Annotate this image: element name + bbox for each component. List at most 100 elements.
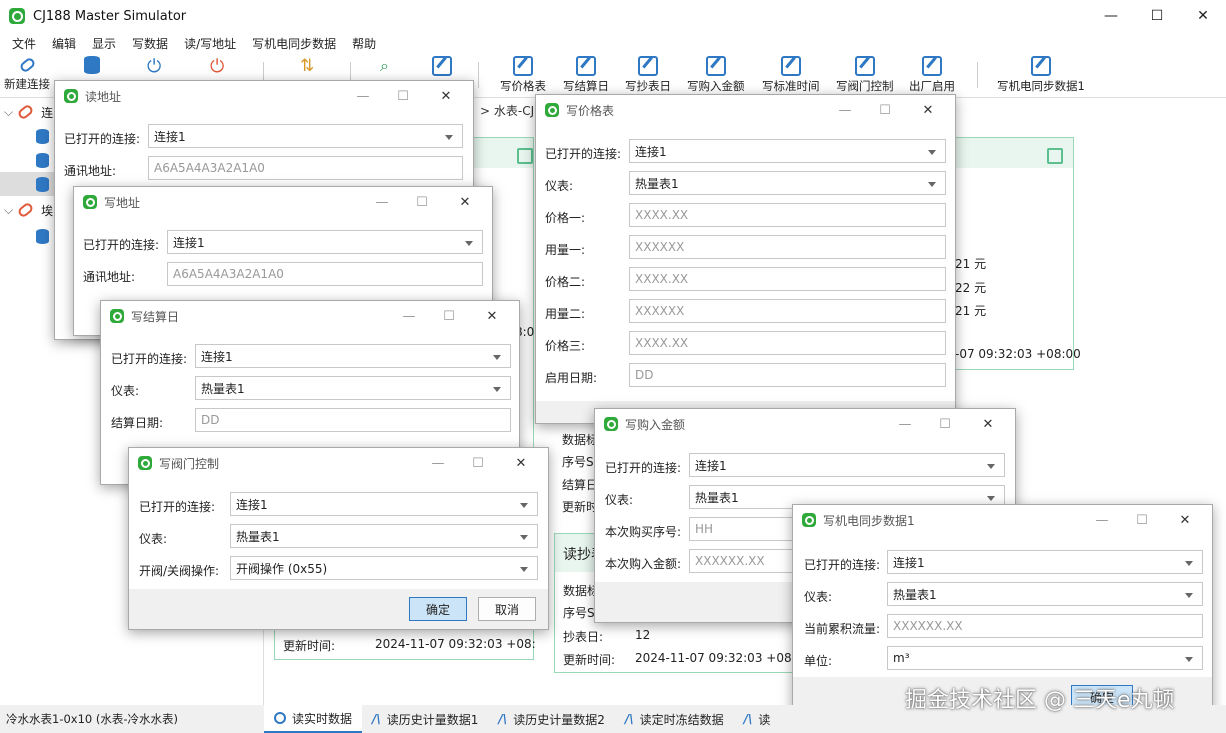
tab-read-more[interactable]: /\ 读 <box>734 705 781 733</box>
write-standard-time-button[interactable]: 写标准时间 <box>762 56 820 94</box>
maximize-button[interactable]: ☐ <box>1127 505 1157 535</box>
write-valve-control-dialog: 写阀门控制 — ☐ ✕ 已打开的连接: 连接1 仪表: 热量表1 开阀/关阀操作… <box>128 447 549 630</box>
menu-file[interactable]: 文件 <box>4 35 44 52</box>
dialog-footer: 确定 取消 <box>129 589 548 629</box>
window-title: CJ188 Master Simulator <box>33 8 187 24</box>
minimize-button[interactable]: — <box>890 409 920 439</box>
menu-write-data[interactable]: 写数据 <box>124 35 176 52</box>
close-button[interactable]: ✕ <box>477 301 507 331</box>
write-settle-day-button[interactable]: 写结算日 <box>563 56 609 94</box>
menu-bar: 文件 编辑 显示 写数据 读/写地址 写机电同步数据 帮助 <box>0 32 1226 54</box>
line-chart-icon: /\ <box>743 712 753 726</box>
minimize-button[interactable]: — <box>830 95 860 125</box>
connection-select[interactable]: 连接1 <box>230 492 538 516</box>
edit-icon <box>705 56 726 76</box>
factory-enable-button[interactable]: 出厂启用 <box>909 56 955 94</box>
line-chart-icon: /\ <box>498 712 508 726</box>
tab-read-history-1[interactable]: /\ 读历史计量数据1 <box>362 705 488 733</box>
breadcrumb: > 水表-CJ <box>480 104 535 118</box>
settle-date-input[interactable]: DD <box>195 408 511 432</box>
close-button[interactable]: ✕ <box>450 187 480 217</box>
connection-select[interactable]: 连接1 <box>629 139 946 163</box>
minimize-button[interactable]: — <box>1088 0 1134 32</box>
database-icon <box>36 176 49 192</box>
link-icon <box>16 201 35 219</box>
start-date-input[interactable]: DD <box>629 363 946 387</box>
new-connection-button[interactable]: 新建连接 <box>4 56 50 92</box>
connection-select[interactable]: 连接1 <box>887 550 1203 574</box>
close-button[interactable]: ✕ <box>1180 0 1226 32</box>
app-logo-icon <box>604 417 618 431</box>
maximize-button[interactable]: ☐ <box>388 81 418 111</box>
cancel-button[interactable]: 取消 <box>478 597 536 621</box>
close-button[interactable]: ✕ <box>1170 505 1200 535</box>
clock-icon <box>274 712 286 724</box>
menu-write-sync-data[interactable]: 写机电同步数据 <box>244 35 344 52</box>
link-icon <box>16 103 35 121</box>
minimize-button[interactable]: — <box>394 301 424 331</box>
close-button[interactable]: ✕ <box>973 409 1003 439</box>
usage2-input[interactable]: XXXXXX <box>629 299 946 323</box>
maximize-button[interactable]: ☐ <box>930 409 960 439</box>
menu-edit[interactable]: 编辑 <box>44 35 84 52</box>
app-logo-icon <box>64 89 78 103</box>
write-price-button[interactable]: 写价格表 <box>500 56 546 94</box>
meter-select[interactable]: 热量表1 <box>195 376 511 400</box>
edit-icon <box>576 56 596 76</box>
address-input[interactable]: A6A5A4A3A2A1A0 <box>148 156 463 180</box>
maximize-button[interactable]: ☐ <box>463 448 493 478</box>
maximize-button[interactable]: ☐ <box>1134 0 1180 32</box>
sort-icon: ⇅ <box>300 56 315 76</box>
maximize-button[interactable]: ☐ <box>434 301 464 331</box>
maximize-button[interactable]: ☐ <box>407 187 437 217</box>
minimize-button[interactable]: — <box>348 81 378 111</box>
price1-input[interactable]: XXXX.XX <box>629 203 946 227</box>
edit-button[interactable] <box>432 56 452 78</box>
disconnect-button[interactable]: ⏻ <box>210 56 224 77</box>
app-logo-icon <box>83 195 97 209</box>
tab-read-history-2[interactable]: /\ 读历史计量数据2 <box>488 705 614 733</box>
tab-read-freeze[interactable]: /\ 读定时冻结数据 <box>615 705 734 733</box>
search-icon: ⌕ <box>380 56 389 75</box>
edit-icon <box>513 56 533 76</box>
accumulated-flow-input[interactable]: XXXXXX.XX <box>887 614 1203 638</box>
connection-select[interactable]: 连接1 <box>167 230 483 254</box>
menu-view[interactable]: 显示 <box>84 35 124 52</box>
connection-select[interactable]: 连接1 <box>148 124 463 148</box>
address-input[interactable]: A6A5A4A3A2A1A0 <box>167 262 483 286</box>
tab-read-realtime[interactable]: 读实时数据 <box>264 705 363 733</box>
write-valve-control-button[interactable]: 写阀门控制 <box>836 56 894 94</box>
edit-icon <box>432 56 452 76</box>
database-icon <box>84 56 100 74</box>
price2-input[interactable]: XXXX.XX <box>629 267 946 291</box>
status-bar: 冷水水表1-0x10 (水表-冷水水表) <box>0 705 264 733</box>
usage1-input[interactable]: XXXXXX <box>629 235 946 259</box>
close-button[interactable]: ✕ <box>506 448 536 478</box>
write-purchase-amount-button[interactable]: 写购入金额 <box>687 56 745 94</box>
search-device-button[interactable]: ⌕ <box>380 56 389 76</box>
menu-read-write-address[interactable]: 读/写地址 <box>176 35 244 52</box>
meter-select[interactable]: 热量表1 <box>230 524 538 548</box>
valve-operation-select[interactable]: 开阀操作 (0x55) <box>230 556 538 580</box>
menu-help[interactable]: 帮助 <box>344 35 384 52</box>
edit-icon <box>854 56 875 76</box>
write-meter-day-button[interactable]: 写抄表日 <box>625 56 671 94</box>
connect-button[interactable]: ⏻ <box>147 56 161 77</box>
close-button[interactable]: ✕ <box>913 95 943 125</box>
minimize-button[interactable]: — <box>1087 505 1117 535</box>
unit-select[interactable]: m³ <box>887 646 1203 670</box>
meter-select[interactable]: 热量表1 <box>629 171 946 195</box>
close-button[interactable]: ✕ <box>431 81 461 111</box>
connection-select[interactable]: 连接1 <box>195 344 511 368</box>
dialog-title-bar: 读地址 — ☐ ✕ <box>55 81 473 111</box>
meter-select[interactable]: 热量表1 <box>887 582 1203 606</box>
ok-button[interactable]: 确定 <box>409 597 467 621</box>
minimize-button[interactable]: — <box>423 448 453 478</box>
sort-button[interactable]: ⇅ <box>300 56 314 76</box>
price3-input[interactable]: XXXX.XX <box>629 331 946 355</box>
connection-select[interactable]: 连接1 <box>689 453 1005 477</box>
database-button[interactable] <box>84 56 100 74</box>
minimize-button[interactable]: — <box>367 187 397 217</box>
write-sync-data-button[interactable]: 写机电同步数据1 <box>997 56 1085 94</box>
maximize-button[interactable]: ☐ <box>870 95 900 125</box>
